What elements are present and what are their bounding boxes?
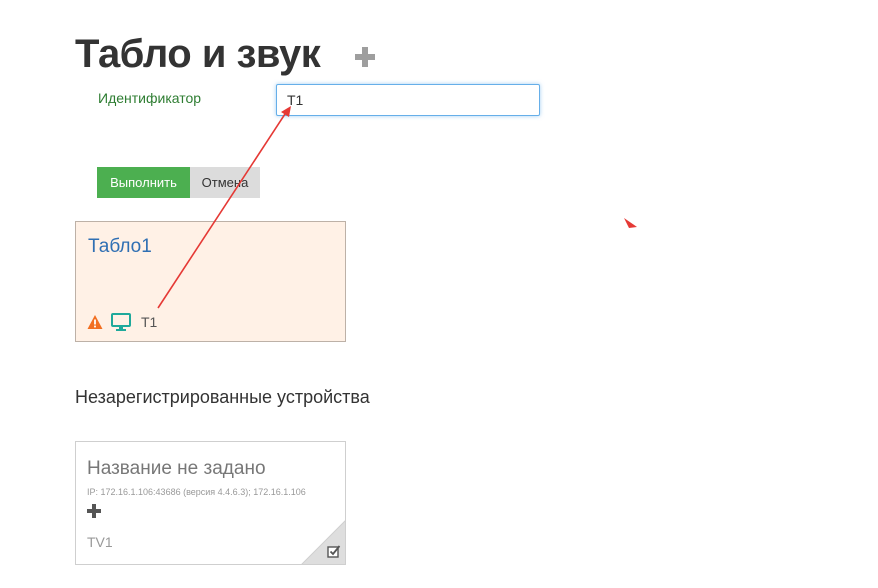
device-id: T1 (141, 314, 158, 330)
plus-icon[interactable] (87, 504, 101, 518)
device-card-title[interactable]: Табло1 (88, 236, 152, 258)
unregistered-device-ip: IP: 172.16.1.106:43686 (версия 4.4.6.3);… (87, 487, 306, 497)
device-card[interactable]: Табло1 T1 (75, 221, 346, 342)
page-fold-corner (301, 520, 345, 564)
cancel-button[interactable]: Отмена (190, 167, 260, 198)
identifier-input[interactable] (276, 84, 540, 116)
unregistered-devices-heading: Незарегистрированные устройства (75, 387, 370, 407)
unregistered-device-title: Название не задано (87, 458, 266, 479)
add-plus-icon[interactable] (353, 45, 377, 69)
annotation-cursor-marker (624, 218, 637, 228)
device-status-row: T1 (87, 312, 157, 332)
run-button[interactable]: Выполнить (97, 167, 190, 198)
identifier-label: Идентификатор (98, 90, 202, 106)
unregistered-device-name: TV1 (87, 534, 113, 550)
checkbox-edit-icon[interactable] (327, 544, 341, 558)
warning-icon (87, 315, 103, 329)
page-title: Табло и звук (75, 32, 321, 76)
monitor-icon (111, 313, 131, 331)
unregistered-device-card[interactable]: Название не задано IP: 172.16.1.106:4368… (75, 441, 346, 565)
